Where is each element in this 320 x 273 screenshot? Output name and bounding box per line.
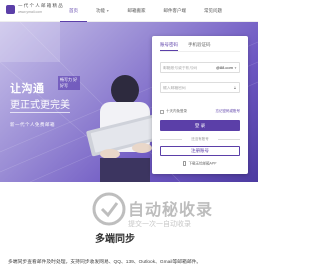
nav-label: 邮箱搬家 [127,8,146,13]
nav-item-features[interactable]: 功能▼ [87,0,118,22]
hero-slogan-1: 让沟通 [10,83,45,95]
nav-label: 常见问题 [203,8,222,13]
watermark-title: 自动秘收录 [128,202,214,219]
register-divider-text: 还没有账号 [160,137,240,142]
remember-me[interactable]: 十天内免登录 [160,109,187,114]
download-app-label: 下载无忧邮箱APP [188,161,217,166]
watermark-logo-icon [92,192,126,226]
account-input[interactable] [163,63,213,72]
feature-section: 自动秘收录 提交一次一自动收录 多端同步 多端同步查看邮件及时处理，支持同步收发… [0,182,258,273]
login-panel: 账号密码 手机验证码 @88.com ▼ 🔒︎ 十天内免登录 忘记密码或账号 登… [152,36,248,174]
password-input[interactable] [163,83,213,92]
section-title: 多端同步 [95,234,135,245]
domain-suffix-select[interactable]: @88.com [216,65,233,70]
download-app-link[interactable]: 下载无忧邮箱APP [160,161,240,166]
nav-label: 功能 [96,8,105,13]
tab-password-login[interactable]: 账号密码 [160,42,178,51]
login-tabs: 账号密码 手机验证码 [160,42,221,51]
lock-icon: 🔒︎ [233,85,236,90]
watermark-subtitle: 提交一次一自动收录 [128,221,191,228]
nav-item-home[interactable]: 首页 [60,0,87,22]
logo-subtitle: www.ymail.com [18,10,43,14]
remember-label: 十天内免登录 [166,109,187,113]
site-header: 一 代 个 人 邮 箱 精 品 www.ymail.com 首页 功能▼ 邮箱搬… [0,0,258,22]
nav-item-migration[interactable]: 邮箱搬家 [118,0,154,22]
nav-item-clients[interactable]: 邮件客户端 [154,0,195,22]
register-button[interactable]: 注册账号 [160,146,240,156]
tabs-divider [160,51,240,52]
hero-slogan-2: 更正式更完美 [10,96,70,113]
nav-item-faq[interactable]: 常见问题 [195,0,231,22]
tab-sms-login[interactable]: 手机验证码 [188,42,211,51]
chevron-down-icon: ▼ [106,9,110,13]
logo-mark-icon [6,5,15,14]
phone-icon [183,161,187,166]
chevron-down-icon: ▼ [234,66,237,70]
forgot-password-link[interactable]: 忘记密码或账号 [216,109,241,114]
hero-side-text: 畅写力 好好写 [58,76,80,90]
login-button[interactable]: 登 录 [160,120,240,131]
site-logo[interactable]: 一 代 个 人 邮 箱 精 品 www.ymail.com [6,3,63,17]
remember-checkbox[interactable] [160,109,164,114]
hero-subtitle: 新一代个人免费邮箱 [10,122,55,127]
main-nav: 首页 功能▼ 邮箱搬家 邮件客户端 常见问题 [60,0,231,22]
nav-label: 邮件客户端 [163,8,186,13]
account-field[interactable]: @88.com ▼ [160,62,240,73]
logo-title: 一 代 个 人 邮 箱 精 品 [18,3,63,8]
section-description: 多端同步查看邮件及时处理，支持同步收发网易、QQ、139、Outlook、Gma… [8,260,202,265]
password-field[interactable]: 🔒︎ [160,82,240,93]
nav-label: 首页 [69,8,78,13]
